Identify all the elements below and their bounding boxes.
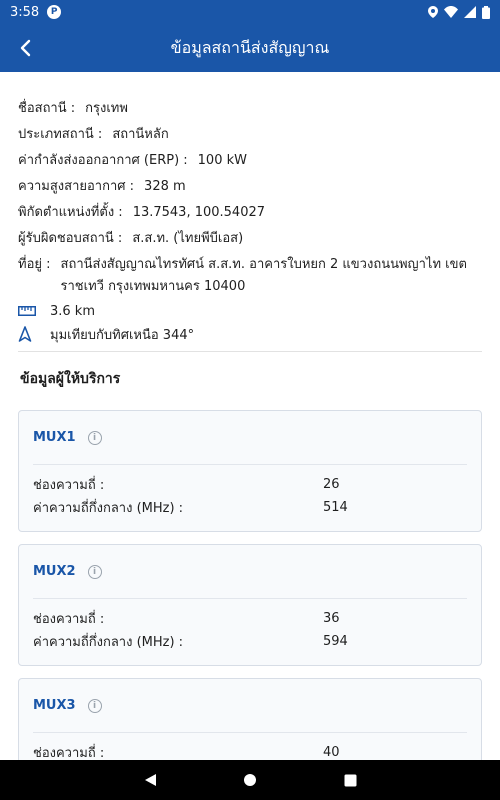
station-type-row: ประเภทสถานี : สถานีหลัก xyxy=(18,122,482,148)
address-row: ที่อยู่ : สถานีส่งสัญญาณไทรทัศน์ ส.ส.ท. … xyxy=(18,252,482,298)
antenna-height-value: 328 m xyxy=(144,179,186,194)
battery-icon xyxy=(482,5,490,19)
frequency-value: 594 xyxy=(323,634,348,649)
triangle-back-icon xyxy=(144,774,156,786)
nav-home-button[interactable] xyxy=(200,773,300,787)
mux-card[interactable]: MUX2 i ช่องความถี่ : 36 ค่าความถี่กึ่งกล… xyxy=(18,544,482,666)
channel-label: ช่องความถี่ : xyxy=(33,612,105,627)
operator-label: ผู้รับผิดชอบสถานี : xyxy=(18,231,123,246)
frequency-label: ค่าความถี่กึ่งกลาง (MHz) : xyxy=(33,501,184,516)
signal-icon xyxy=(464,6,476,18)
distance-value: 3.6 km xyxy=(50,303,95,319)
ruler-icon xyxy=(18,306,38,316)
mux-card[interactable]: MUX1 i ช่องความถี่ : 26 ค่าความถี่กึ่งกล… xyxy=(18,410,482,532)
nav-recents-button[interactable] xyxy=(300,774,400,787)
mux-card[interactable]: MUX3 i ช่องความถี่ : 40 xyxy=(18,678,482,760)
station-type-label: ประเภทสถานี : xyxy=(18,127,103,142)
app-notification-icon: P xyxy=(47,5,62,19)
channel-value: 26 xyxy=(323,477,340,492)
nav-back-button[interactable] xyxy=(100,773,200,787)
station-detail-content[interactable]: ชื่อสถานี : กรุงเทพ ประเภทสถานี : สถานีห… xyxy=(0,72,500,760)
circle-home-icon xyxy=(244,774,256,786)
mux-card-body: ช่องความถี่ : 36 ค่าความถี่กึ่งกลาง (MHz… xyxy=(33,599,467,665)
frequency-row: ค่าความถี่กึ่งกลาง (MHz) : 594 xyxy=(33,630,467,653)
wifi-icon xyxy=(444,6,458,18)
page-title: ข้อมูลสถานีส่งสัญญาณ xyxy=(170,37,330,57)
address-value: สถานีส่งสัญญาณไทรทัศน์ ส.ส.ท. อาคารใบหยก… xyxy=(60,257,467,294)
navigation-arrow-icon xyxy=(18,326,38,342)
channel-row: ช่องความถี่ : 26 xyxy=(33,473,467,496)
arrow-left-icon xyxy=(20,39,31,57)
station-info: ชื่อสถานี : กรุงเทพ ประเภทสถานี : สถานีห… xyxy=(18,72,482,345)
address-label: ที่อยู่ : xyxy=(18,257,51,272)
channel-row: ช่องความถี่ : 36 xyxy=(33,607,467,630)
mux-name: MUX2 xyxy=(33,564,76,579)
square-recents-icon xyxy=(344,774,356,786)
bearing-value: มุมเทียบกับทิศเหนือ 344° xyxy=(50,327,195,343)
operator-row: ผู้รับผิดชอบสถานี : ส.ส.ท. (ไทยพีบีเอส) xyxy=(18,226,482,252)
mux-card-header: MUX3 i xyxy=(33,679,467,733)
channel-value: 40 xyxy=(323,745,340,760)
station-type-value: สถานีหลัก xyxy=(112,127,169,142)
mux-card-header: MUX1 i xyxy=(33,411,467,465)
erp-label: ค่ากำลังส่งออกอากาศ (ERP) : xyxy=(18,153,188,168)
info-icon[interactable]: i xyxy=(87,430,102,445)
channel-label: ช่องความถี่ : xyxy=(33,746,105,760)
bearing-row: มุมเทียบกับทิศเหนือ 344° xyxy=(18,323,482,345)
mux-name: MUX3 xyxy=(33,698,76,713)
app-bar: ข้อมูลสถานีส่งสัญญาณ xyxy=(0,24,500,72)
info-icon[interactable]: i xyxy=(87,698,102,713)
mux-card-header: MUX2 i xyxy=(33,545,467,599)
channel-label: ช่องความถี่ : xyxy=(33,478,105,493)
coordinates-label: พิกัดตำแหน่งที่ตั้ง : xyxy=(18,205,123,220)
distance-row: 3.6 km xyxy=(18,300,482,322)
coordinates-value: 13.7543, 100.54027 xyxy=(132,205,266,220)
providers-section-title: ข้อมูลผู้ให้บริการ xyxy=(20,371,121,387)
info-icon[interactable]: i xyxy=(87,564,102,579)
station-name-label: ชื่อสถานี : xyxy=(18,101,76,116)
system-navigation-bar xyxy=(0,760,500,800)
station-name-value: กรุงเทพ xyxy=(85,101,128,116)
mux-card-body: ช่องความถี่ : 40 xyxy=(33,733,467,760)
channel-value: 36 xyxy=(323,611,340,626)
frequency-value: 514 xyxy=(323,500,348,515)
antenna-height-row: ความสูงสายอากาศ : 328 m xyxy=(18,174,482,200)
mux-card-body: ช่องความถี่ : 26 ค่าความถี่กึ่งกลาง (MHz… xyxy=(33,465,467,531)
status-time: 3:58 xyxy=(10,4,40,20)
divider xyxy=(18,351,482,352)
station-name-row: ชื่อสถานี : กรุงเทพ xyxy=(18,96,482,122)
frequency-row: ค่าความถี่กึ่งกลาง (MHz) : 514 xyxy=(33,496,467,519)
frequency-label: ค่าความถี่กึ่งกลาง (MHz) : xyxy=(33,635,184,650)
back-button[interactable] xyxy=(12,35,38,61)
antenna-height-label: ความสูงสายอากาศ : xyxy=(18,179,135,194)
status-bar: 3:58 P xyxy=(0,0,500,24)
erp-row: ค่ากำลังส่งออกอากาศ (ERP) : 100 kW xyxy=(18,148,482,174)
location-icon xyxy=(428,6,438,18)
erp-value: 100 kW xyxy=(197,153,247,168)
mux-name: MUX1 xyxy=(33,430,76,445)
operator-value: ส.ส.ท. (ไทยพีบีเอส) xyxy=(132,231,244,246)
channel-row: ช่องความถี่ : 40 xyxy=(33,741,467,760)
coordinates-row: พิกัดตำแหน่งที่ตั้ง : 13.7543, 100.54027 xyxy=(18,200,482,226)
